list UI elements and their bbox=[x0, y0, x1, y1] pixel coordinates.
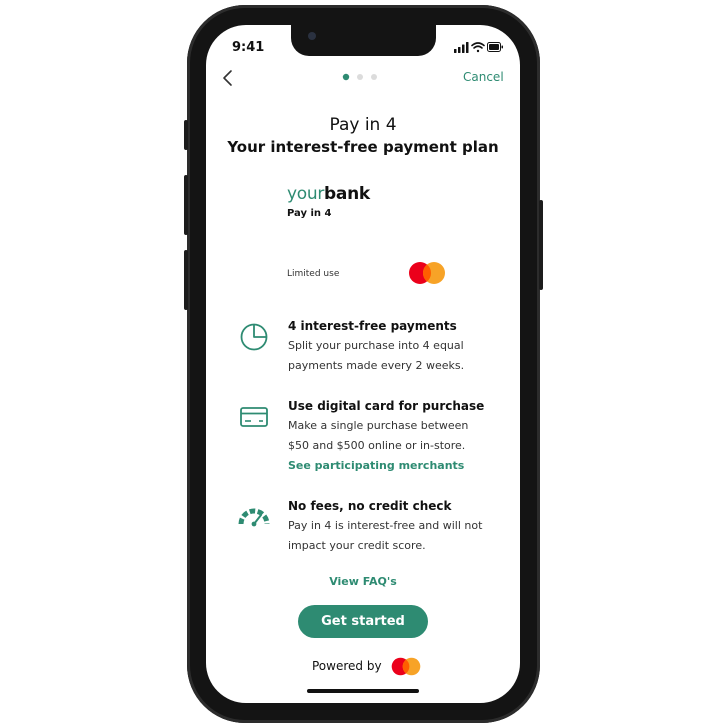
step-dot-active bbox=[342, 73, 350, 81]
get-started-button[interactable]: Get started bbox=[298, 605, 428, 638]
page-subtitle: Your interest-free payment plan bbox=[227, 138, 499, 156]
feature-description-line: Pay in 4 is interest-free and will not bbox=[288, 519, 483, 532]
bank-logo-part2: bank bbox=[324, 184, 370, 204]
notch bbox=[291, 25, 436, 56]
home-indicator[interactable] bbox=[307, 689, 419, 693]
feature-description-line: payments made every 2 weeks. bbox=[288, 359, 465, 372]
feature-description: Make a single purchase between $50 and $… bbox=[288, 416, 508, 456]
step-dot bbox=[371, 74, 377, 80]
mastercard-logo-icon bbox=[391, 657, 421, 676]
powered-by-label: Powered by bbox=[312, 659, 382, 673]
feature-title: No fees, no credit check bbox=[288, 499, 452, 513]
feature-description-line: Split your purchase into 4 equal bbox=[288, 339, 464, 352]
cancel-button[interactable]: Cancel bbox=[463, 70, 504, 84]
feature-description-line: $50 and $500 online or in-store. bbox=[288, 439, 466, 452]
feature-description-line: Make a single purchase between bbox=[288, 419, 469, 432]
participating-merchants-link[interactable]: See participating merchants bbox=[288, 459, 464, 472]
step-dot bbox=[357, 74, 363, 80]
feature-description: Split your purchase into 4 equal payment… bbox=[288, 336, 508, 376]
feature-description: Pay in 4 is interest-free and will not i… bbox=[288, 516, 508, 556]
pie-chart-icon bbox=[240, 323, 268, 351]
status-icons bbox=[454, 42, 503, 53]
gauge-icon bbox=[238, 508, 270, 527]
phone-power-button bbox=[539, 200, 543, 290]
card-usage-label: Limited use bbox=[287, 269, 340, 279]
phone-silent-switch bbox=[184, 120, 188, 150]
feature-title: 4 interest-free payments bbox=[288, 319, 457, 333]
phone-volume-up bbox=[184, 175, 188, 235]
page-title: Pay in 4 bbox=[329, 115, 397, 135]
mastercard-logo-icon bbox=[409, 262, 445, 284]
camera-icon bbox=[308, 32, 316, 40]
card-product-name: Pay in 4 bbox=[287, 208, 332, 219]
phone-volume-down bbox=[184, 250, 188, 310]
wifi-icon bbox=[471, 42, 485, 53]
battery-icon bbox=[487, 42, 503, 52]
feature-description-line: impact your credit score. bbox=[288, 539, 426, 552]
bank-logo-part1: your bbox=[287, 184, 325, 204]
feature-title: Use digital card for purchase bbox=[288, 399, 485, 413]
phone-screen: 9:41 Cancel Pay in 4 Your interest-free … bbox=[206, 25, 520, 703]
bank-logo: yourbank bbox=[287, 184, 370, 204]
back-chevron-icon[interactable] bbox=[220, 69, 236, 87]
signal-icon bbox=[454, 42, 469, 53]
status-time: 9:41 bbox=[232, 40, 265, 55]
view-faq-link[interactable]: View FAQ's bbox=[206, 575, 520, 588]
step-indicator bbox=[342, 73, 377, 81]
credit-card-icon bbox=[240, 407, 268, 427]
